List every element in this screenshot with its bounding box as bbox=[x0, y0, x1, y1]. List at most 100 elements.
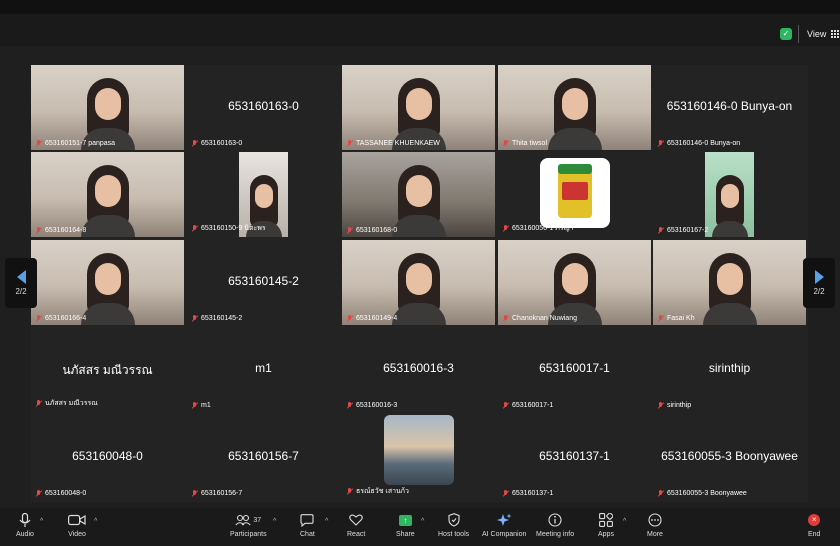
participant-name-label: 653160166-4 bbox=[45, 315, 87, 322]
participant-tile[interactable]: 653160016-3 653160016-3 bbox=[342, 327, 495, 412]
participant-tile[interactable]: 653160164-8 bbox=[31, 152, 184, 237]
participant-display-name: 653160156-7 bbox=[228, 449, 299, 463]
apps-button[interactable]: Apps bbox=[598, 512, 614, 538]
participant-name-tag: 653160151-7 panpasa bbox=[35, 140, 115, 147]
participant-name-tag: 653160163-0 bbox=[191, 140, 242, 147]
participant-tile[interactable]: 653160048-0 653160048-0 bbox=[31, 415, 184, 500]
chat-icon bbox=[300, 513, 314, 527]
participant-name-tag: 653160048-0 bbox=[35, 490, 86, 497]
share-label: Share bbox=[396, 531, 415, 538]
participant-tile[interactable]: 653160150-9 นิตะพร bbox=[187, 152, 340, 237]
participant-name-tag: sirinthip bbox=[657, 402, 691, 409]
muted-microphone-icon bbox=[35, 227, 42, 234]
muted-microphone-icon bbox=[346, 488, 353, 495]
participant-name-label: 653160146-0 Bunya-on bbox=[667, 140, 741, 147]
muted-microphone-icon bbox=[502, 490, 509, 497]
participant-name-tag: 653160164-8 bbox=[35, 227, 86, 234]
host-tools-button[interactable]: Host tools bbox=[438, 512, 469, 538]
view-button[interactable]: View bbox=[798, 25, 840, 43]
participant-tile[interactable]: 653160137-1 653160137-1 bbox=[498, 415, 651, 500]
participant-name-label: 653160137-1 bbox=[512, 490, 554, 497]
participant-video bbox=[80, 165, 135, 237]
end-button[interactable]: × End bbox=[808, 512, 820, 538]
participant-name-tag: TASSANEE KHUENKAEW bbox=[346, 140, 440, 147]
muted-microphone-icon bbox=[657, 315, 664, 322]
participant-tile[interactable]: 653160163-0 653160163-0 bbox=[187, 65, 340, 150]
next-page-button[interactable]: 2/2 bbox=[803, 258, 835, 308]
participant-tile[interactable]: Chanoknan Nuwiang bbox=[498, 240, 651, 325]
previous-page-button[interactable]: 2/2 bbox=[5, 258, 37, 308]
chat-button[interactable]: Chat bbox=[300, 512, 315, 538]
participant-name-label: 653160017-1 bbox=[512, 402, 554, 409]
participant-tile[interactable]: นภัสสร มณีวรรณ นภัสสร มณีวรรณ bbox=[31, 327, 184, 412]
apps-options-chevron-icon[interactable]: ^ bbox=[623, 518, 626, 525]
video-label: Video bbox=[68, 531, 86, 538]
muted-microphone-icon bbox=[191, 490, 198, 497]
participant-tile[interactable]: Thita tiwsol bbox=[498, 65, 651, 150]
participant-name-label: Chanoknan Nuwiang bbox=[512, 315, 577, 322]
participant-tile[interactable]: 653160168-0 bbox=[342, 152, 495, 237]
share-screen-icon: ↑ bbox=[398, 514, 412, 526]
participant-tile[interactable]: Fasai Kh bbox=[653, 240, 806, 325]
share-options-chevron-icon[interactable]: ^ bbox=[421, 518, 424, 525]
host-tools-label: Host tools bbox=[438, 531, 470, 538]
ai-companion-button[interactable]: AI Companion bbox=[482, 512, 526, 538]
participant-tile[interactable]: 653160055-3 Boonyawee 653160055-3 Boonyaw… bbox=[653, 415, 806, 500]
participant-tile[interactable]: sirinthip sirinthip bbox=[653, 327, 806, 412]
participant-name-label: TASSANEE KHUENKAEW bbox=[356, 140, 440, 147]
sparkle-icon bbox=[496, 513, 512, 526]
participant-name-label: 653160168-0 bbox=[356, 227, 398, 234]
participant-video bbox=[547, 78, 602, 150]
muted-microphone-icon bbox=[346, 402, 353, 409]
participant-tile[interactable]: TASSANEE KHUENKAEW bbox=[342, 65, 495, 150]
audio-button[interactable]: Audio bbox=[16, 512, 34, 538]
participant-name-tag: 653160145-2 bbox=[191, 315, 242, 322]
participant-name-label: นภัสสร มณีวรรณ bbox=[45, 400, 98, 407]
participants-button[interactable]: 37 Participants bbox=[230, 512, 267, 538]
participant-tile[interactable]: 653160156-7 653160156-7 bbox=[187, 415, 340, 500]
participant-name-tag: 653160150-9 นิตะพร bbox=[191, 223, 266, 234]
participant-tile[interactable]: 653160167-2 bbox=[653, 152, 806, 237]
chat-options-chevron-icon[interactable]: ^ bbox=[325, 518, 328, 525]
participant-name-tag: ธรณ์ธวัช เสานก้ว bbox=[346, 486, 409, 497]
participant-name-tag: 653160149-4 bbox=[346, 315, 397, 322]
participant-display-name: 653160163-0 bbox=[228, 99, 299, 113]
participant-name-label: 653160055-3 Boonyawee bbox=[667, 490, 747, 497]
participants-options-chevron-icon[interactable]: ^ bbox=[273, 518, 276, 525]
participant-tile[interactable]: m1 m1 bbox=[187, 327, 340, 412]
participant-video bbox=[391, 165, 446, 237]
participant-name-label: 653160167-2 bbox=[667, 227, 709, 234]
ai-companion-label: AI Companion bbox=[482, 531, 527, 538]
page-indicator-left: 2/2 bbox=[15, 287, 27, 296]
react-button[interactable]: React bbox=[347, 512, 365, 538]
profile-picture bbox=[540, 158, 610, 228]
participant-tile[interactable]: 653160146-0 Bunya-on 653160146-0 Bunya-on bbox=[653, 65, 806, 150]
more-button[interactable]: More bbox=[647, 512, 663, 538]
muted-microphone-icon bbox=[657, 490, 664, 497]
participant-tile[interactable]: 653160056-1 ภัรญา bbox=[498, 152, 651, 237]
participant-tile[interactable]: 653160151-7 panpasa bbox=[31, 65, 184, 150]
video-options-chevron-icon[interactable]: ^ bbox=[94, 518, 97, 525]
participant-tile[interactable]: 653160166-4 bbox=[31, 240, 184, 325]
muted-microphone-icon bbox=[35, 140, 42, 147]
muted-microphone-icon bbox=[35, 315, 42, 322]
participant-display-name: 653160017-1 bbox=[539, 361, 610, 375]
muted-microphone-icon bbox=[657, 140, 664, 147]
participant-display-name: 653160048-0 bbox=[72, 449, 143, 463]
audio-options-chevron-icon[interactable]: ^ bbox=[40, 518, 43, 525]
share-button[interactable]: ↑ Share bbox=[396, 512, 415, 538]
view-label: View bbox=[807, 29, 827, 39]
muted-microphone-icon bbox=[346, 140, 353, 147]
shield-icon[interactable]: ✓ bbox=[780, 28, 792, 40]
participant-tile[interactable]: 653160145-2 653160145-2 bbox=[187, 240, 340, 325]
meeting-info-button[interactable]: Meeting info bbox=[536, 512, 574, 538]
participant-name-tag: Chanoknan Nuwiang bbox=[502, 315, 577, 322]
video-button[interactable]: Video bbox=[68, 512, 86, 538]
end-label: End bbox=[808, 531, 821, 538]
participant-tile[interactable]: 653160017-1 653160017-1 bbox=[498, 327, 651, 412]
participant-tile[interactable]: ธรณ์ธวัช เสานก้ว bbox=[342, 415, 495, 500]
participant-tile[interactable]: 653160149-4 bbox=[342, 240, 495, 325]
muted-microphone-icon bbox=[502, 315, 509, 322]
participant-video bbox=[705, 152, 754, 237]
arrow-left-icon bbox=[16, 270, 26, 284]
